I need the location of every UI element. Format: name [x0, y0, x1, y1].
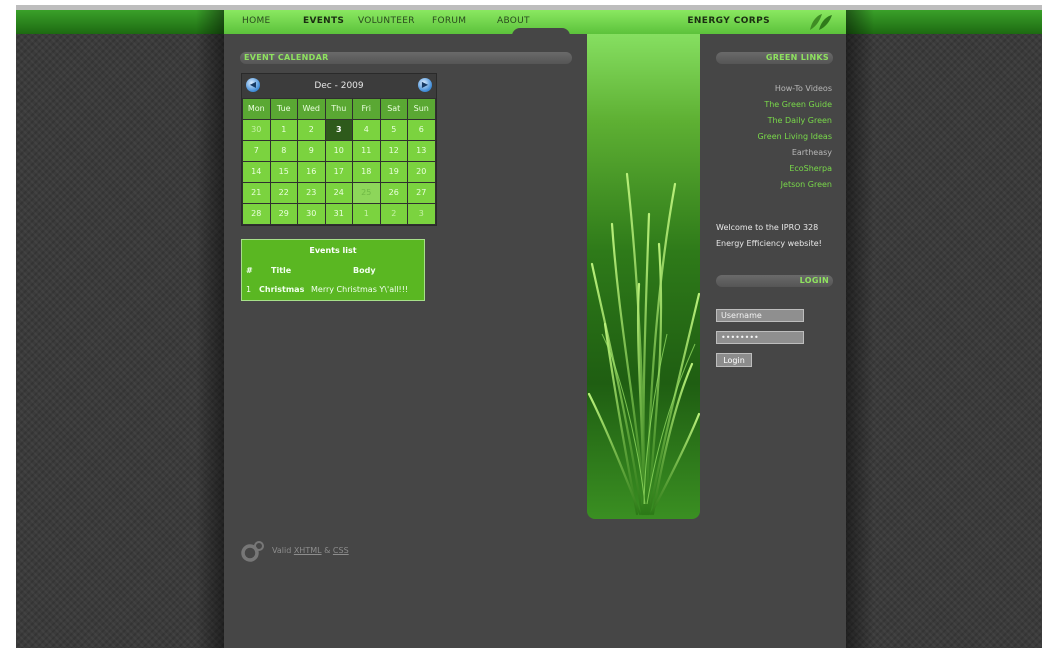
link-eartheasy[interactable]: Eartheasy	[792, 148, 832, 157]
login-heading-text: LOGIN	[799, 276, 829, 285]
xhtml-link[interactable]: XHTML	[294, 546, 322, 555]
right-shadow	[846, 10, 874, 648]
link-ring-icon	[241, 541, 264, 562]
calendar-day[interactable]: 12	[380, 141, 407, 161]
event-row-title[interactable]: Christmas	[259, 285, 304, 294]
username-input[interactable]	[716, 309, 804, 322]
calendar-day[interactable]: 9	[298, 141, 325, 161]
arrow-right-circle-icon[interactable]: ▶	[418, 78, 432, 92]
calendar-week-row: 14 15 16 17 18 19 20	[243, 162, 436, 183]
green-links-heading: GREEN LINKS	[716, 52, 833, 64]
calendar-day[interactable]: 19	[380, 162, 407, 182]
calendar-day[interactable]: 1	[353, 204, 380, 224]
calendar-day[interactable]: 26	[380, 183, 407, 203]
green-links-heading-text: GREEN LINKS	[765, 53, 829, 62]
calendar-day[interactable]: 18	[353, 162, 380, 182]
calendar-month-label: Dec - 2009	[314, 81, 364, 91]
calendar-week-row: 7 8 9 10 11 12 13	[243, 141, 436, 162]
calendar-day[interactable]: 27	[408, 183, 435, 203]
login-button[interactable]: Login	[716, 353, 752, 367]
calendar-day[interactable]: 5	[380, 120, 407, 140]
main-nav: HOME EVENTS VOLUNTEER FORUM ABOUT ENERGY…	[224, 10, 846, 36]
calendar-day[interactable]: 1	[270, 120, 297, 140]
password-input[interactable]	[716, 331, 804, 344]
calendar-day[interactable]: 28	[243, 204, 270, 224]
nav-events[interactable]: EVENTS	[303, 16, 344, 26]
welcome-text: Welcome to the IPRO 328 Energy Efficienc…	[716, 223, 822, 248]
calendar-day[interactable]: 2	[298, 120, 325, 140]
calendar-day[interactable]: 21	[243, 183, 270, 203]
calendar-grid: Mon Tue Wed Thu Fri Sat Sun 30 1 2 3 4 5 6 7 8 9 10 11 12 13…	[243, 99, 436, 225]
events-col-title: Title	[271, 266, 292, 275]
link-green-guide[interactable]: The Green Guide	[764, 100, 832, 109]
calendar-day[interactable]: 24	[325, 183, 352, 203]
event-calendar-heading-text: EVENT CALENDAR	[244, 53, 329, 62]
login-heading: LOGIN	[716, 275, 833, 287]
calendar-day[interactable]: 29	[270, 204, 297, 224]
calendar-weekday: Mon	[243, 99, 270, 119]
calendar-week-row: 28 29 30 31 1 2 3	[243, 204, 436, 225]
calendar-weekday-row: Mon Tue Wed Thu Fri Sat Sun	[243, 99, 436, 120]
link-green-living-ideas[interactable]: Green Living Ideas	[757, 132, 832, 141]
event-calendar: ◀ Dec - 2009 ▶ Mon Tue Wed Thu Fri Sat Sun 30 1 2…	[241, 73, 437, 226]
calendar-day[interactable]: 2	[380, 204, 407, 224]
calendar-day[interactable]: 16	[298, 162, 325, 182]
calendar-day[interactable]: 17	[325, 162, 352, 182]
link-daily-green[interactable]: The Daily Green	[768, 116, 832, 125]
events-col-body: Body	[353, 266, 376, 275]
calendar-day[interactable]: 7	[243, 141, 270, 161]
calendar-day[interactable]: 30	[298, 204, 325, 224]
css-link[interactable]: CSS	[333, 546, 349, 555]
calendar-header: ◀ Dec - 2009 ▶	[242, 74, 436, 98]
calendar-weekday: Thu	[325, 99, 352, 119]
event-calendar-heading: EVENT CALENDAR	[240, 52, 572, 64]
calendar-week-row: 30 1 2 3 4 5 6	[243, 120, 436, 141]
calendar-day[interactable]: 3	[325, 120, 352, 140]
grass-photo	[587, 34, 700, 519]
calendar-day[interactable]: 25	[353, 183, 380, 203]
calendar-day[interactable]: 6	[408, 120, 435, 140]
brand-name: ENERGY CORPS	[687, 16, 770, 26]
calendar-day[interactable]: 3	[408, 204, 435, 224]
calendar-day[interactable]: 20	[408, 162, 435, 182]
nav-volunteer[interactable]: VOLUNTEER	[358, 16, 415, 26]
calendar-weekday: Tue	[270, 99, 297, 119]
grass-image	[587, 172, 700, 516]
nav-about[interactable]: ABOUT	[497, 16, 530, 26]
event-row-num: 1	[246, 285, 252, 294]
calendar-day[interactable]: 15	[270, 162, 297, 182]
calendar-day[interactable]: 22	[270, 183, 297, 203]
calendar-day[interactable]: 10	[325, 141, 352, 161]
calendar-day[interactable]: 8	[270, 141, 297, 161]
events-list-title: Events list	[309, 246, 357, 255]
calendar-day[interactable]: 23	[298, 183, 325, 203]
event-row-body: Merry Christmas Y\'all!!!	[311, 285, 409, 294]
left-shadow	[196, 10, 224, 648]
calendar-day[interactable]: 11	[353, 141, 380, 161]
calendar-weekday: Fri	[353, 99, 380, 119]
calendar-day[interactable]: 30	[243, 120, 270, 140]
active-tab-notch	[512, 28, 570, 36]
link-ecosherpa[interactable]: EcoSherpa	[789, 164, 832, 173]
link-jetson-green[interactable]: Jetson Green	[781, 180, 832, 189]
calendar-day[interactable]: 13	[408, 141, 435, 161]
calendar-weekday: Sat	[380, 99, 407, 119]
nav-forum[interactable]: FORUM	[432, 16, 466, 26]
footer-amp: &	[324, 546, 331, 555]
calendar-week-row: 21 22 23 24 25 26 27	[243, 183, 436, 204]
events-list: Events list # Title Body 1 Christmas Mer…	[241, 239, 425, 301]
calendar-day[interactable]: 14	[243, 162, 270, 182]
footer-valid-text: Valid	[272, 546, 292, 555]
events-col-num: #	[246, 266, 253, 275]
leaves-icon	[810, 14, 832, 30]
calendar-day[interactable]: 4	[353, 120, 380, 140]
calendar-weekday: Sun	[408, 99, 435, 119]
nav-home[interactable]: HOME	[242, 16, 271, 26]
validation-footer: Valid XHTML & CSS	[272, 546, 349, 555]
link-how-to-videos[interactable]: How-To Videos	[775, 84, 832, 93]
calendar-weekday: Wed	[298, 99, 325, 119]
calendar-day[interactable]: 31	[325, 204, 352, 224]
